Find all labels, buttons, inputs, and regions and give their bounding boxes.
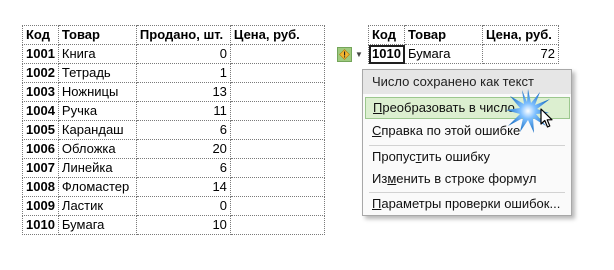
cell-code[interactable]: 1009 bbox=[22, 196, 59, 216]
cell-price[interactable] bbox=[229, 139, 325, 159]
error-indicator-button[interactable]: ▼ bbox=[336, 45, 366, 64]
cell-product[interactable]: Карандаш bbox=[57, 120, 137, 140]
selected-cell-code[interactable]: 1010 bbox=[368, 44, 405, 64]
menu-item-error-checking-options[interactable]: Параметры проверки ошибок... bbox=[363, 193, 571, 215]
cell-sold[interactable]: 6 bbox=[135, 158, 231, 178]
cell-product[interactable]: Бумага bbox=[57, 215, 137, 235]
cell-sold[interactable]: 0 bbox=[135, 196, 231, 216]
sales-table-header-row: Код Товар Продано, шт. Цена, руб. bbox=[22, 25, 325, 45]
cell-code[interactable]: 1005 bbox=[22, 120, 59, 140]
cell-price[interactable] bbox=[229, 82, 325, 102]
cell-code[interactable]: 1001 bbox=[22, 44, 59, 64]
cell-product[interactable]: Ножницы bbox=[57, 82, 137, 102]
cell-sold[interactable]: 13 bbox=[135, 82, 231, 102]
table-row: 1002 Тетрадь 1 bbox=[22, 63, 325, 83]
cell-price[interactable] bbox=[229, 120, 325, 140]
table-row: 1005 Карандаш 6 bbox=[22, 120, 325, 140]
header-cell-price[interactable]: Цена, руб. bbox=[482, 25, 559, 45]
header-cell-code[interactable]: Код bbox=[22, 25, 59, 45]
cell-product[interactable]: Фломастер bbox=[57, 177, 137, 197]
header-cell-code[interactable]: Код bbox=[368, 25, 405, 45]
cell-price[interactable] bbox=[229, 63, 325, 83]
cell-price[interactable] bbox=[229, 215, 325, 235]
cell-code[interactable]: 1003 bbox=[22, 82, 59, 102]
sales-table: Код Товар Продано, шт. Цена, руб. 1001 Кн… bbox=[22, 25, 325, 235]
cell-code[interactable]: 1010 bbox=[22, 215, 59, 235]
cell-price[interactable]: 72 bbox=[482, 44, 559, 64]
table-row: 1006 Обложка 20 bbox=[22, 139, 325, 159]
cell-sold[interactable]: 0 bbox=[135, 44, 231, 64]
cell-code[interactable]: 1006 bbox=[22, 139, 59, 159]
cell-sold[interactable]: 11 bbox=[135, 101, 231, 121]
menu-item-ignore-error[interactable]: Пропустить ошибку bbox=[363, 146, 571, 168]
cell-price[interactable] bbox=[229, 158, 325, 178]
header-cell-product[interactable]: Товар bbox=[57, 25, 137, 45]
header-cell-price[interactable]: Цена, руб. bbox=[229, 25, 325, 45]
price-table: Код Товар Цена, руб. 1010 Бумага 72 bbox=[368, 25, 559, 64]
header-cell-product[interactable]: Товар bbox=[404, 25, 483, 45]
cell-product[interactable]: Линейка bbox=[57, 158, 137, 178]
cell-sold[interactable]: 1 bbox=[135, 63, 231, 83]
table-row: 1001 Книга 0 bbox=[22, 44, 325, 64]
table-row: 1010 Бумага 72 bbox=[368, 44, 559, 64]
cell-product[interactable]: Тетрадь bbox=[57, 63, 137, 83]
cell-product[interactable]: Ручка bbox=[57, 101, 137, 121]
cell-sold[interactable]: 20 bbox=[135, 139, 231, 159]
cell-code[interactable]: 1004 bbox=[22, 101, 59, 121]
mouse-cursor-icon bbox=[540, 108, 553, 128]
cell-price[interactable] bbox=[229, 101, 325, 121]
cell-sold[interactable]: 6 bbox=[135, 120, 231, 140]
table-row: 1007 Линейка 6 bbox=[22, 158, 325, 178]
cell-code[interactable]: 1008 bbox=[22, 177, 59, 197]
table-row: 1008 Фломастер 14 bbox=[22, 177, 325, 197]
price-table-header-row: Код Товар Цена, руб. bbox=[368, 25, 559, 45]
cell-product[interactable]: Бумага bbox=[404, 44, 483, 64]
table-row: 1010 Бумага 10 bbox=[22, 215, 325, 235]
cell-price[interactable] bbox=[229, 196, 325, 216]
cell-code[interactable]: 1007 bbox=[22, 158, 59, 178]
cell-product[interactable]: Обложка bbox=[57, 139, 137, 159]
cell-price[interactable] bbox=[229, 177, 325, 197]
header-cell-sold[interactable]: Продано, шт. bbox=[135, 25, 231, 45]
cell-price[interactable] bbox=[229, 44, 325, 64]
menu-item-edit-in-formula-bar[interactable]: Изменить в строке формул bbox=[363, 168, 571, 190]
cell-product[interactable]: Книга bbox=[57, 44, 137, 64]
warning-exclamation-icon bbox=[337, 47, 352, 62]
cell-sold[interactable]: 10 bbox=[135, 215, 231, 235]
cell-product[interactable]: Ластик bbox=[57, 196, 137, 216]
table-row: 1003 Ножницы 13 bbox=[22, 82, 325, 102]
cell-code[interactable]: 1002 bbox=[22, 63, 59, 83]
table-row: 1009 Ластик 0 bbox=[22, 196, 325, 216]
table-row: 1004 Ручка 11 bbox=[22, 101, 325, 121]
cell-sold[interactable]: 14 bbox=[135, 177, 231, 197]
chevron-down-icon: ▼ bbox=[355, 50, 363, 59]
